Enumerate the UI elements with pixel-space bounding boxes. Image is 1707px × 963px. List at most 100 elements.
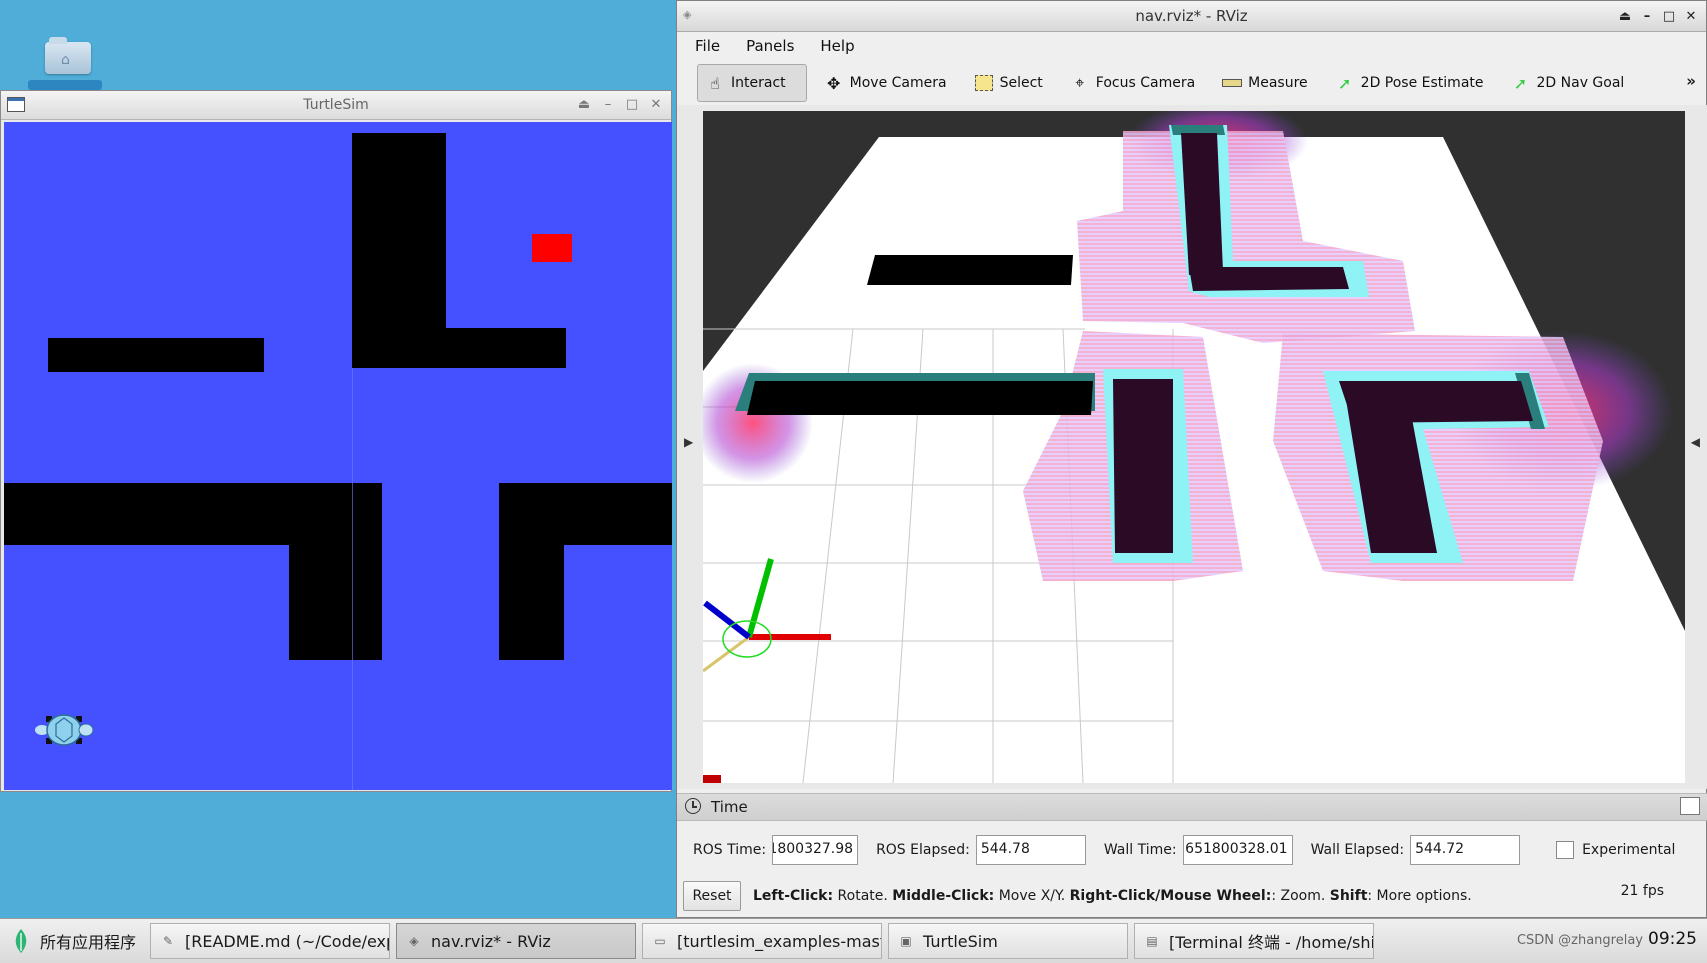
goal-marker bbox=[532, 234, 572, 262]
wall-elapsed-field[interactable]: 544.72 bbox=[1410, 835, 1521, 865]
nav-goal-tool-button[interactable]: ➚ 2D Nav Goal bbox=[1504, 64, 1635, 102]
select-tool-button[interactable]: Select bbox=[967, 64, 1053, 102]
minimize-button[interactable]: – bbox=[1638, 7, 1656, 25]
home-folder-icon[interactable]: ⌂ bbox=[45, 36, 91, 74]
green-arrow-icon: ➚ bbox=[1337, 73, 1352, 93]
wall-lower-left-vertical bbox=[289, 483, 382, 660]
left-panel-toggle-icon[interactable]: ▶ bbox=[684, 435, 693, 449]
rviz-title: nav.rviz* - RViz bbox=[1135, 7, 1248, 25]
3d-render-view[interactable] bbox=[703, 111, 1685, 783]
hint-shift-desc: : More options. bbox=[1367, 888, 1472, 904]
hint-left-click-desc: Rotate. bbox=[833, 888, 893, 904]
rviz-window: ◈ nav.rviz* - RViz ⏏ – □ ✕ File Panels H… bbox=[676, 0, 1707, 918]
shade-button[interactable]: ⏏ bbox=[1616, 7, 1634, 25]
grid-line bbox=[352, 368, 353, 790]
ros-elapsed-field[interactable]: 544.78 bbox=[975, 835, 1086, 865]
taskbar: 所有应用程序 ✎ [README.md (~/Code/exp… ◈ nav.r… bbox=[0, 918, 1707, 963]
task-file-manager[interactable]: ▭ [turtlesim_examples-maste… bbox=[642, 923, 883, 959]
nav-goal-label: 2D Nav Goal bbox=[1536, 75, 1625, 91]
hint-right-click-desc: : Zoom. bbox=[1271, 888, 1330, 904]
green-arrow-icon: ➚ bbox=[1513, 73, 1528, 93]
wall-elapsed-label: Wall Elapsed: bbox=[1310, 842, 1405, 858]
turtlesim-titlebar[interactable]: TurtleSim ⏏ – □ ✕ bbox=[1, 91, 671, 120]
status-bar: Reset Left-Click: Rotate. Middle-Click: … bbox=[677, 879, 1707, 913]
toolbar-overflow-button[interactable]: » bbox=[1686, 72, 1696, 90]
focus-camera-label: Focus Camera bbox=[1095, 75, 1196, 91]
focus-camera-tool-button[interactable]: ⌖ Focus Camera bbox=[1063, 64, 1205, 102]
hint-shift: Shift bbox=[1329, 888, 1368, 904]
task-label: [Terminal 终端 - /home/shi… bbox=[1169, 933, 1375, 952]
window-icon: ▣ bbox=[900, 934, 912, 948]
interact-label: Interact bbox=[731, 75, 786, 91]
pose-estimate-label: 2D Pose Estimate bbox=[1360, 75, 1484, 91]
taskbar-clock: 09:25 bbox=[1648, 929, 1697, 949]
task-label: nav.rviz* - RViz bbox=[431, 931, 551, 951]
render-panel-frame: ▶ ◀ bbox=[677, 105, 1707, 789]
float-panel-button[interactable] bbox=[1680, 797, 1700, 815]
experimental-label: Experimental bbox=[1582, 842, 1676, 858]
minimize-button[interactable]: – bbox=[599, 95, 617, 113]
hint-middle-click-desc: Move X/Y. bbox=[994, 888, 1070, 904]
rviz-icon: ◈ bbox=[409, 934, 419, 948]
obstacle-center-vertical bbox=[1113, 379, 1173, 553]
start-menu-label: 所有应用程序 bbox=[40, 933, 137, 952]
start-menu-button[interactable]: 所有应用程序 bbox=[0, 919, 150, 963]
task-terminal[interactable]: ▤ [Terminal 终端 - /home/shi… bbox=[1134, 923, 1375, 959]
obstacle-mid-bar bbox=[747, 381, 1093, 415]
menu-help[interactable]: Help bbox=[820, 37, 854, 55]
fps-counter: 21 fps bbox=[1620, 883, 1664, 899]
ruler-icon bbox=[1221, 72, 1243, 94]
time-panel-title: Time bbox=[711, 798, 748, 816]
turtle-icon bbox=[35, 714, 94, 746]
hint-left-click: Left-Click: bbox=[753, 888, 834, 904]
maximize-button[interactable]: □ bbox=[1660, 7, 1678, 25]
shade-button[interactable]: ⏏ bbox=[575, 95, 593, 113]
time-panel-fields: ROS Time: 1651800327.98 ROS Elapsed: 544… bbox=[677, 831, 1707, 869]
start-leaf-icon bbox=[15, 929, 27, 953]
right-panel-toggle-icon[interactable]: ◀ bbox=[1691, 435, 1700, 449]
measure-tool-button[interactable]: Measure bbox=[1215, 64, 1318, 102]
pose-estimate-tool-button[interactable]: ➚ 2D Pose Estimate bbox=[1328, 64, 1494, 102]
hint-right-click: Right-Click/Mouse Wheel: bbox=[1069, 888, 1272, 904]
turtlesim-title: TurtleSim bbox=[303, 97, 369, 113]
clock-icon bbox=[685, 798, 701, 814]
close-button[interactable]: ✕ bbox=[1682, 7, 1700, 25]
time-panel-header: Time bbox=[677, 793, 1707, 821]
maximize-button[interactable]: □ bbox=[623, 95, 641, 113]
task-label: [README.md (~/Code/exp… bbox=[185, 931, 391, 951]
obstacle-left-bar bbox=[867, 255, 1073, 285]
wall-time-label: Wall Time: bbox=[1103, 842, 1177, 858]
menu-panels[interactable]: Panels bbox=[746, 37, 794, 55]
terminal-icon: ▤ bbox=[1146, 934, 1158, 948]
hint-middle-click: Middle-Click: bbox=[892, 888, 995, 904]
select-box-icon bbox=[973, 72, 995, 94]
ros-time-label: ROS Time: bbox=[693, 842, 767, 858]
measure-label: Measure bbox=[1248, 75, 1308, 91]
ros-elapsed-label: ROS Elapsed: bbox=[876, 842, 970, 858]
obstacle-top-horizontal bbox=[1189, 267, 1349, 291]
status-hint: Left-Click: Rotate. Middle-Click: Move X… bbox=[753, 888, 1472, 904]
ros-time-field[interactable]: 1651800327.98 bbox=[772, 835, 859, 865]
task-label: [turtlesim_examples-maste… bbox=[677, 931, 881, 951]
text-editor-icon: ✎ bbox=[162, 934, 174, 948]
move-camera-tool-button[interactable]: ✥ Move Camera bbox=[817, 64, 957, 102]
wall-time-field[interactable]: 1651800328.01 bbox=[1182, 835, 1293, 865]
task-readme[interactable]: ✎ [README.md (~/Code/exp… bbox=[150, 923, 391, 959]
menu-file[interactable]: File bbox=[695, 37, 720, 55]
wall-lower-right-vertical bbox=[499, 483, 564, 660]
experimental-checkbox[interactable] bbox=[1556, 841, 1575, 859]
move-camera-label: Move Camera bbox=[849, 75, 947, 91]
turtlesim-window: TurtleSim ⏏ – □ ✕ bbox=[0, 90, 672, 792]
crosshair-icon: ⌖ bbox=[1075, 73, 1085, 92]
select-label: Select bbox=[999, 75, 1043, 91]
interact-tool-button[interactable]: ☝ Interact bbox=[697, 64, 807, 102]
task-rviz[interactable]: ◈ nav.rviz* - RViz bbox=[396, 923, 637, 959]
reset-button[interactable]: Reset bbox=[683, 881, 741, 911]
hand-pointer-icon: ☝ bbox=[710, 73, 720, 93]
rviz-titlebar[interactable]: ◈ nav.rviz* - RViz ⏏ – □ ✕ bbox=[677, 1, 1706, 32]
turtlesim-canvas[interactable] bbox=[4, 122, 672, 790]
close-button[interactable]: ✕ bbox=[647, 95, 665, 113]
task-label: TurtleSim bbox=[923, 931, 998, 951]
task-turtlesim[interactable]: ▣ TurtleSim bbox=[888, 923, 1129, 959]
desktop-icon-label bbox=[28, 80, 102, 90]
